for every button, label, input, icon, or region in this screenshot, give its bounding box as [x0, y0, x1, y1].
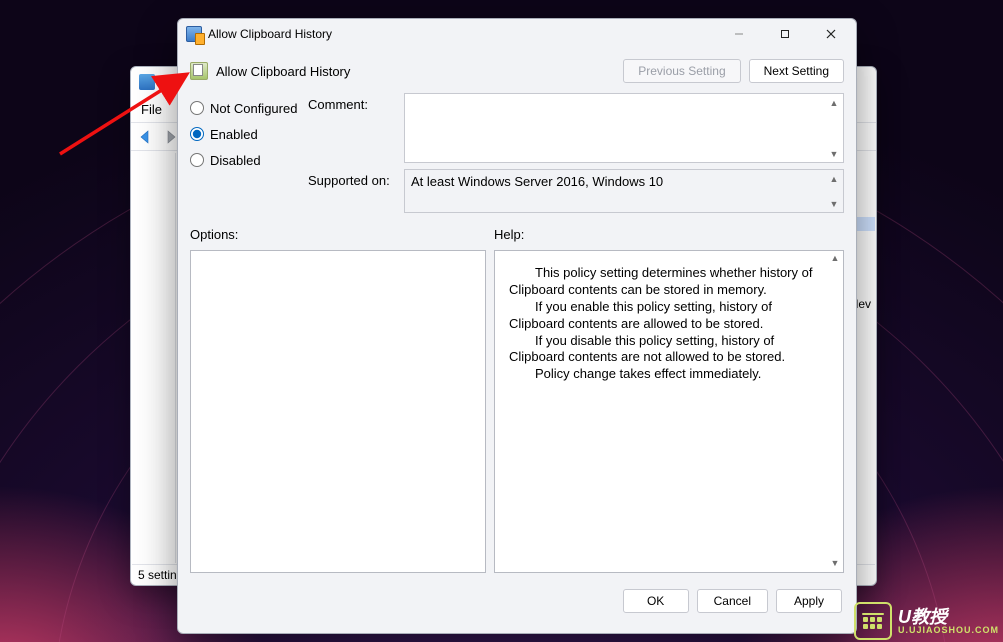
help-label: Help:	[494, 227, 524, 242]
selected-row-fragment	[855, 217, 875, 231]
comment-textarea[interactable]: ▲ ▼	[404, 93, 844, 163]
cancel-button[interactable]: Cancel	[697, 589, 768, 613]
help-paragraph-3: If you disable this policy setting, hist…	[509, 333, 817, 367]
radio-not-configured[interactable]: Not Configured	[190, 95, 308, 121]
radio-not-configured-label: Not Configured	[210, 101, 297, 116]
dialog-titlebar[interactable]: Allow Clipboard History	[178, 19, 856, 49]
minimize-button[interactable]	[716, 19, 762, 49]
policy-dialog: Allow Clipboard History Allow Clipboard …	[177, 18, 857, 634]
options-label: Options:	[190, 227, 486, 242]
radio-disabled-input[interactable]	[190, 153, 204, 167]
radio-enabled[interactable]: Enabled	[190, 121, 308, 147]
menu-file[interactable]: File	[141, 102, 162, 117]
help-paragraph-1: This policy setting determines whether h…	[509, 265, 817, 299]
supported-value: At least Windows Server 2016, Windows 10	[411, 174, 663, 189]
gpedit-title-text: Lo	[161, 75, 175, 90]
help-paragraph-2: If you enable this policy setting, histo…	[509, 299, 817, 333]
close-button[interactable]	[808, 19, 854, 49]
scroll-up-icon[interactable]: ▲	[827, 251, 843, 267]
next-setting-button[interactable]: Next Setting	[749, 59, 844, 83]
radio-enabled-label: Enabled	[210, 127, 258, 142]
gpedit-app-icon	[139, 74, 155, 90]
ok-button[interactable]: OK	[623, 589, 689, 613]
scroll-up-icon[interactable]: ▲	[826, 95, 842, 110]
radio-disabled-label: Disabled	[210, 153, 261, 168]
watermark: U教授 U.UJIAOSHOU.COM	[854, 602, 999, 640]
policy-header-icon	[190, 62, 208, 80]
state-radio-group: Not Configured Enabled Disabled	[190, 93, 308, 173]
supported-scrollbar[interactable]: ▲ ▼	[826, 171, 842, 211]
policy-app-icon	[186, 26, 202, 42]
watermark-brand: U教授	[898, 608, 999, 626]
comment-scrollbar[interactable]: ▲ ▼	[826, 95, 842, 161]
help-panel[interactable]: This policy setting determines whether h…	[494, 250, 844, 573]
scroll-down-icon[interactable]: ▼	[826, 196, 842, 211]
maximize-button[interactable]	[762, 19, 808, 49]
apply-button[interactable]: Apply	[776, 589, 842, 613]
options-panel[interactable]	[190, 250, 486, 573]
scroll-track[interactable]	[827, 267, 843, 556]
watermark-url: U.UJIAOSHOU.COM	[898, 626, 999, 635]
supported-label: Supported on:	[308, 169, 404, 188]
scroll-up-icon[interactable]: ▲	[826, 171, 842, 186]
radio-enabled-input[interactable]	[190, 127, 204, 141]
scroll-down-icon[interactable]: ▼	[826, 146, 842, 161]
scroll-down-icon[interactable]: ▼	[827, 556, 843, 572]
watermark-icon	[854, 602, 892, 640]
previous-setting-button[interactable]: Previous Setting	[623, 59, 740, 83]
dialog-title: Allow Clipboard History	[208, 27, 332, 41]
comment-label: Comment:	[308, 93, 404, 112]
gpedit-tree-pane[interactable]	[132, 153, 176, 563]
nav-back-icon[interactable]	[137, 128, 155, 146]
radio-not-configured-input[interactable]	[190, 101, 204, 115]
help-scrollbar[interactable]: ▲ ▼	[827, 251, 843, 572]
radio-disabled[interactable]: Disabled	[190, 147, 308, 173]
policy-header-title: Allow Clipboard History	[216, 64, 350, 79]
help-paragraph-4: Policy change takes effect immediately.	[509, 366, 817, 383]
supported-textbox: At least Windows Server 2016, Windows 10…	[404, 169, 844, 213]
